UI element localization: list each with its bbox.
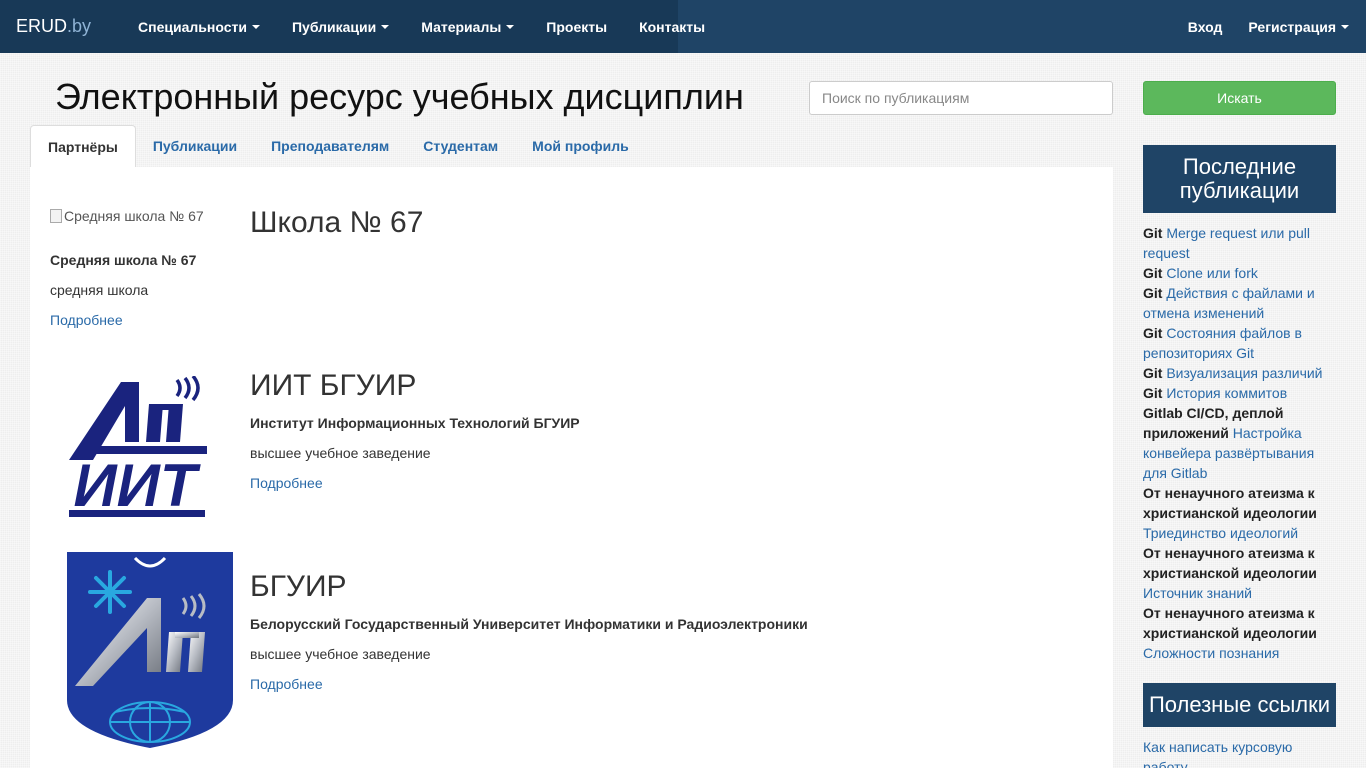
list-item: Git Clone или fork xyxy=(1143,263,1336,283)
partner-image-alt: Средняя школа № 67 xyxy=(64,208,204,224)
publication-link[interactable]: Сложности познания xyxy=(1143,645,1279,661)
publication-link[interactable]: Визуализация различий xyxy=(1166,365,1322,381)
login-link[interactable]: Вход xyxy=(1162,0,1223,53)
partner-more-link[interactable]: Подробнее xyxy=(50,312,123,328)
partners-panel: Средняя школа № 67 Школа № 67 Средняя шк… xyxy=(30,167,1113,768)
partner-full-name: Белорусский Государственный Университет … xyxy=(250,616,808,632)
caret-down-icon xyxy=(1341,24,1349,29)
broken-image-icon xyxy=(50,209,62,223)
nav-contacts[interactable]: Контакты xyxy=(623,0,721,53)
publication-link[interactable]: Действия с файлами и отмена изменений xyxy=(1143,285,1315,321)
list-item: Git История коммитов xyxy=(1143,383,1336,403)
publication-link[interactable]: Clone или fork xyxy=(1166,265,1258,281)
main-menu: ERUD.by Специальности Публикации Материа… xyxy=(0,0,705,53)
top-navbar: ERUD.by Специальности Публикации Материа… xyxy=(0,0,1366,53)
partner-title: ИИТ БГУИР xyxy=(250,369,417,402)
register-label: Регистрация xyxy=(1248,18,1336,35)
publication-link[interactable]: Состояния файлов в репозиториях Git xyxy=(1143,325,1302,361)
partner-full-name: Институт Информационных Технологий БГУИР xyxy=(250,415,580,431)
publication-category: Git xyxy=(1143,365,1163,381)
section-tabs: Партнёры Публикации Преподавателям Студе… xyxy=(30,125,1113,167)
publication-category: Git xyxy=(1143,285,1163,301)
publication-link[interactable]: История коммитов xyxy=(1166,385,1287,401)
latest-publications-list: Git Merge request или pull request Git C… xyxy=(1143,223,1336,663)
partner-title: Школа № 67 xyxy=(250,206,424,239)
brand-suffix-text: .by xyxy=(67,16,92,36)
partner-type: высшее учебное заведение xyxy=(250,646,431,662)
partner-more-link[interactable]: Подробнее xyxy=(250,676,323,692)
register-menu[interactable]: Регистрация xyxy=(1222,0,1349,53)
caret-down-icon xyxy=(251,24,260,29)
list-item: Git Merge request или pull request xyxy=(1143,223,1336,263)
partner-full-name: Средняя школа № 67 xyxy=(50,252,197,268)
tab-partners[interactable]: Партнёры xyxy=(30,125,136,167)
nav-materials[interactable]: Материалы xyxy=(405,0,530,53)
partner-more-link[interactable]: Подробнее xyxy=(250,475,323,491)
publication-category: Git xyxy=(1143,265,1163,281)
useful-links-heading: Полезные ссылки xyxy=(1143,683,1336,727)
partner-image-broken: Средняя школа № 67 xyxy=(50,208,204,224)
list-item: От ненаучного атеизма к христианской иде… xyxy=(1143,543,1336,603)
nav-publications-label: Публикации xyxy=(291,18,377,35)
search-button[interactable]: Искать xyxy=(1143,81,1336,115)
list-item: От ненаучного атеизма к христианской иде… xyxy=(1143,483,1336,543)
partner-type: высшее учебное заведение xyxy=(250,445,431,461)
site-title: Электронный ресурс учебных дисциплин xyxy=(55,76,744,117)
tab-publications[interactable]: Публикации xyxy=(136,125,254,167)
tab-students[interactable]: Студентам xyxy=(406,125,515,167)
list-item: Gitlab CI/CD, деплой приложений Настройк… xyxy=(1143,403,1336,483)
tab-teachers[interactable]: Преподавателям xyxy=(254,125,406,167)
publication-link[interactable]: Merge request или pull request xyxy=(1143,225,1310,261)
list-item: Git Визуализация различий xyxy=(1143,363,1336,383)
partner-type: средняя школа xyxy=(50,282,149,298)
publication-category: Git xyxy=(1143,225,1163,241)
caret-down-icon xyxy=(506,24,515,29)
latest-publications-heading: Последние публикации xyxy=(1143,145,1336,213)
brand-logo[interactable]: ERUD.by xyxy=(0,16,122,37)
publication-category: От ненаучного атеизма к христианской иде… xyxy=(1143,485,1317,521)
user-menu: Вход Регистрация xyxy=(1162,0,1349,53)
bsuir-crest-logo xyxy=(67,552,233,748)
publication-category: От ненаучного атеизма к христианской иде… xyxy=(1143,545,1317,581)
brand-main-text: ERUD xyxy=(16,16,68,36)
nav-specialties-label: Специальности xyxy=(138,18,247,35)
publication-category: Git xyxy=(1143,385,1163,401)
nav-specialties[interactable]: Специальности xyxy=(122,0,276,53)
iit-logo: ИИТ xyxy=(69,376,207,519)
publication-link[interactable]: Источник знаний xyxy=(1143,585,1252,601)
list-item: Git Действия с файлами и отмена изменени… xyxy=(1143,283,1336,323)
publication-category: От ненаучного атеизма к христианской иде… xyxy=(1143,605,1317,641)
useful-link[interactable]: Как написать курсовую работу xyxy=(1143,739,1292,768)
nav-publications[interactable]: Публикации xyxy=(276,0,405,53)
useful-links-list: Как написать курсовую работу xyxy=(1143,737,1336,768)
publication-category: Git xyxy=(1143,325,1163,341)
iit-logo-text: ИИТ xyxy=(74,452,201,519)
list-item: От ненаучного атеизма к христианской иде… xyxy=(1143,603,1336,663)
publication-link[interactable]: Триединство идеологий xyxy=(1143,525,1298,541)
caret-down-icon xyxy=(381,24,390,29)
tab-my-profile[interactable]: Мой профиль xyxy=(515,125,646,167)
nav-projects[interactable]: Проекты xyxy=(530,0,623,53)
partner-title: БГУИР xyxy=(250,570,347,603)
search-input[interactable] xyxy=(809,81,1113,115)
nav-materials-label: Материалы xyxy=(421,18,502,35)
list-item: Git Состояния файлов в репозиториях Git xyxy=(1143,323,1336,363)
